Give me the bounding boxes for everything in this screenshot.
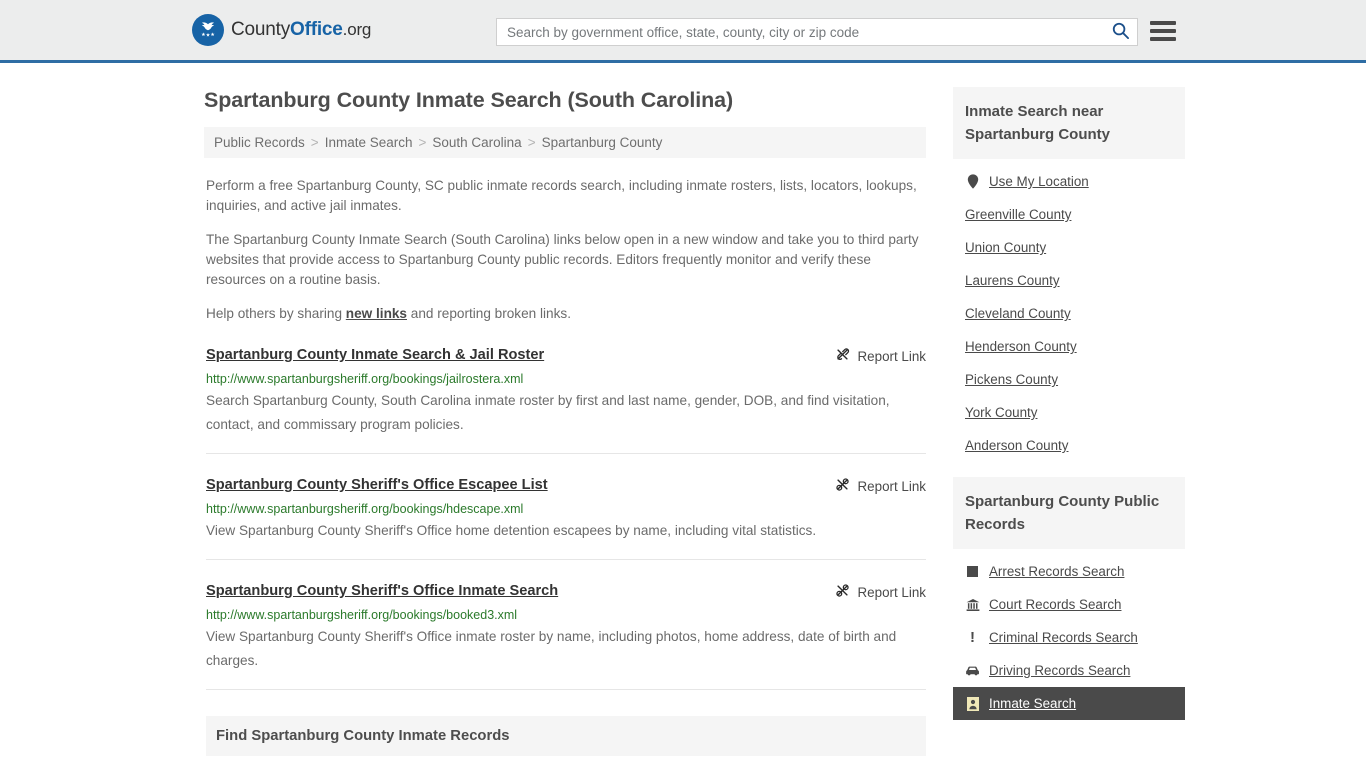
sidebar-item-label: Criminal Records Search [989, 630, 1138, 645]
help-prefix: Help others by sharing [206, 306, 346, 321]
brand-part-org: .org [342, 20, 372, 39]
breadcrumb-item-public-records[interactable]: Public Records [214, 135, 305, 150]
breadcrumb: Public Records > Inmate Search > South C… [204, 127, 926, 158]
report-link-label: Report Link [857, 584, 926, 600]
breadcrumb-item-spartanburg-county[interactable]: Spartanburg County [542, 135, 663, 150]
nearby-inmate-search-card: Inmate Search near Spartanburg County Us… [953, 87, 1185, 462]
result-title-link[interactable]: Spartanburg County Sheriff's Office Inma… [206, 582, 558, 601]
result-header: Spartanburg County Sheriff's Office Esca… [206, 476, 926, 495]
sidebar-item-court-records-search[interactable]: Court Records Search [953, 588, 1185, 621]
public-records-card-list: Arrest Records Search Court Records Sear… [953, 549, 1185, 720]
sidebar-item-label: Driving Records Search [989, 663, 1131, 678]
breadcrumb-separator: > [527, 135, 536, 150]
result-title-link[interactable]: Spartanburg County Sheriff's Office Esca… [206, 476, 548, 495]
report-link-button[interactable]: Report Link [835, 347, 926, 365]
sidebar-item-label: Pickens County [965, 372, 1059, 387]
sidebar-item-label: Cleveland County [965, 306, 1071, 321]
sidebar-item-label: Henderson County [965, 339, 1077, 354]
sidebar-item-label: Arrest Records Search [989, 564, 1125, 579]
search-input[interactable] [497, 19, 1103, 45]
help-paragraph: Help others by sharing new links and rep… [206, 304, 926, 324]
sidebar-item-label: Anderson County [965, 438, 1069, 453]
result-url: http://www.spartanburgsheriff.org/bookin… [206, 608, 518, 622]
sidebar-item-york-county[interactable]: York County [953, 396, 1185, 429]
result-description: View Spartanburg County Sheriff's Office… [206, 629, 897, 668]
result-item: Spartanburg County Sheriff's Office Esca… [206, 476, 926, 560]
eagle-seal-icon [192, 14, 224, 46]
breadcrumb-item-south-carolina[interactable]: South Carolina [432, 135, 521, 150]
page-container: Spartanburg County Inmate Search (South … [0, 63, 1366, 768]
sidebar-item-driving-records-search[interactable]: Driving Records Search [953, 654, 1185, 687]
sidebar-item-greenville-county[interactable]: Greenville County [953, 198, 1185, 231]
breadcrumb-separator: > [418, 135, 427, 150]
search-button[interactable] [1103, 19, 1137, 45]
sidebar-item-cleveland-county[interactable]: Cleveland County [953, 297, 1185, 330]
sidebar-item-anderson-county[interactable]: Anderson County [953, 429, 1185, 462]
search-bar[interactable] [496, 18, 1138, 46]
site-logo-text: CountyOffice.org [231, 19, 371, 41]
public-records-card-heading: Spartanburg County Public Records [953, 477, 1185, 549]
result-title-link[interactable]: Spartanburg County Inmate Search & Jail … [206, 346, 544, 365]
brand-part-office: Office [290, 19, 343, 40]
broken-link-icon [835, 477, 850, 495]
sidebar-item-laurens-county[interactable]: Laurens County [953, 264, 1185, 297]
main-content: Spartanburg County Inmate Search (South … [204, 63, 926, 768]
square-icon [965, 566, 980, 577]
hamburger-menu-icon[interactable] [1150, 21, 1176, 41]
public-records-card: Spartanburg County Public Records Arrest… [953, 477, 1185, 720]
breadcrumb-separator: > [310, 135, 319, 150]
sidebar-item-label: Union County [965, 240, 1047, 255]
sidebar-item-label: Greenville County [965, 207, 1072, 222]
result-header: Spartanburg County Inmate Search & Jail … [206, 346, 926, 365]
nearby-card-heading: Inmate Search near Spartanburg County [953, 87, 1185, 159]
section-heading: Find Spartanburg County Inmate Records [206, 716, 926, 756]
search-icon [1111, 21, 1130, 43]
inmate-card-icon [965, 696, 980, 711]
sidebar-item-henderson-county[interactable]: Henderson County [953, 330, 1185, 363]
result-header: Spartanburg County Sheriff's Office Inma… [206, 582, 926, 601]
sidebar-item-arrest-records-search[interactable]: Arrest Records Search [953, 555, 1185, 588]
sidebar-item-label: Inmate Search [989, 696, 1077, 711]
report-link-button[interactable]: Report Link [835, 477, 926, 495]
courthouse-icon [965, 598, 980, 612]
result-url: http://www.spartanburgsheriff.org/bookin… [206, 372, 524, 386]
new-links-link[interactable]: new links [346, 306, 407, 321]
sidebar-item-label: Use My Location [989, 174, 1089, 189]
brand-part-county: County [231, 19, 291, 40]
map-pin-icon [965, 174, 980, 189]
result-description: View Spartanburg County Sheriff's Office… [206, 523, 817, 538]
result-url: http://www.spartanburgsheriff.org/bookin… [206, 502, 524, 516]
sidebar-item-union-county[interactable]: Union County [953, 231, 1185, 264]
result-item: Spartanburg County Sheriff's Office Inma… [206, 582, 926, 690]
sidebar: Inmate Search near Spartanburg County Us… [953, 63, 1185, 768]
breadcrumb-item-inmate-search[interactable]: Inmate Search [325, 135, 413, 150]
sidebar-item-pickens-county[interactable]: Pickens County [953, 363, 1185, 396]
sidebar-item-label: Court Records Search [989, 597, 1122, 612]
sidebar-item-inmate-search[interactable]: Inmate Search [953, 687, 1185, 720]
sidebar-item-criminal-records-search[interactable]: ! Criminal Records Search [953, 621, 1185, 654]
nearby-card-list: Use My Location Greenville County Union … [953, 159, 1185, 462]
exclamation-icon: ! [970, 628, 975, 646]
report-link-button[interactable]: Report Link [835, 583, 926, 601]
sidebar-item-label: Laurens County [965, 273, 1060, 288]
sidebar-item-label: York County [965, 405, 1038, 420]
report-link-label: Report Link [857, 348, 926, 364]
broken-link-icon [835, 347, 850, 365]
help-suffix: and reporting broken links. [407, 306, 571, 321]
intro-paragraph-1: Perform a free Spartanburg County, SC pu… [206, 178, 917, 213]
page-title: Spartanburg County Inmate Search (South … [204, 88, 734, 112]
sidebar-item-use-my-location[interactable]: Use My Location [953, 165, 1185, 198]
site-header: CountyOffice.org [0, 0, 1366, 63]
report-link-label: Report Link [857, 478, 926, 494]
result-item: Spartanburg County Inmate Search & Jail … [206, 346, 926, 454]
result-description: Search Spartanburg County, South Carolin… [206, 393, 890, 432]
car-icon [965, 665, 980, 676]
broken-link-icon [835, 583, 850, 601]
site-logo[interactable]: CountyOffice.org [192, 14, 371, 46]
intro-paragraph-2: The Spartanburg County Inmate Search (So… [206, 232, 919, 287]
